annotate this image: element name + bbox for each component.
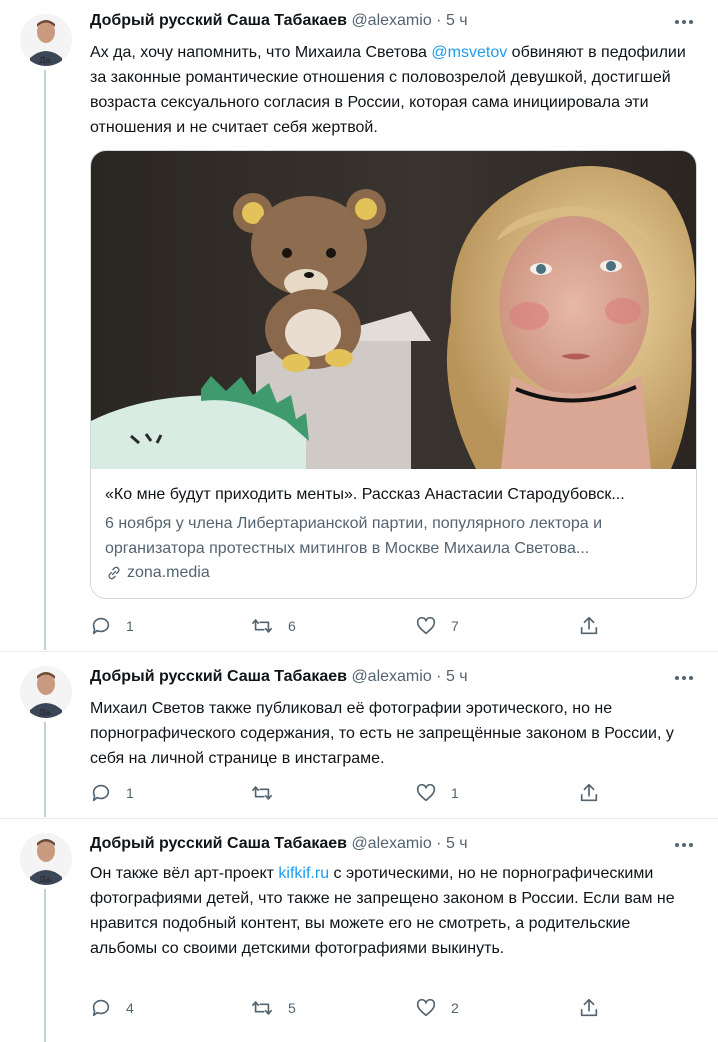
author-name[interactable]: Добрый русский Саша Табакаев: [90, 835, 347, 852]
more-options-icon[interactable]: [672, 668, 696, 688]
author-handle[interactable]: @alexamio: [351, 12, 431, 29]
tweet-text: Михаил Светов также публиковал её фотогр…: [90, 700, 674, 767]
like-count: 2: [451, 1000, 459, 1016]
reply-button[interactable]: 4: [90, 996, 134, 1020]
retweet-button[interactable]: 5: [250, 996, 296, 1020]
tweet-2[interactable]: Да. Добрый русский Саша Табакаев @alexam…: [0, 652, 718, 817]
like-button[interactable]: 2: [415, 996, 459, 1020]
retweet-button[interactable]: 6: [250, 614, 296, 638]
retweet-icon: [252, 1001, 272, 1015]
card-description: 6 ноября у члена Либертарианской партии,…: [105, 515, 603, 557]
share-icon: [580, 783, 598, 802]
avatar[interactable]: Да.: [20, 14, 72, 66]
tweet-1[interactable]: Да. Добрый русский Саша Табакаев @alexam…: [0, 0, 718, 650]
share-button[interactable]: [578, 781, 600, 805]
reply-count: 4: [126, 1000, 134, 1016]
reply-icon: [92, 999, 110, 1017]
author-name[interactable]: Добрый русский Саша Табакаев: [90, 12, 347, 29]
thread-line: [44, 722, 46, 817]
like-button[interactable]: 1: [415, 781, 459, 805]
thread-line: [44, 889, 46, 1042]
share-button[interactable]: [578, 614, 600, 638]
card-image: [91, 151, 696, 469]
avatar-caption: Да.: [39, 875, 53, 884]
tweet-header: Добрый русский Саша Табакаев @alexamio ·…: [90, 833, 698, 855]
link-card[interactable]: «Ко мне будут приходить менты». Рассказ …: [90, 150, 697, 599]
mention-link[interactable]: @msvetov: [431, 44, 507, 61]
retweet-button[interactable]: [250, 781, 288, 805]
avatar[interactable]: Да.: [20, 833, 72, 885]
more-options-icon[interactable]: [672, 12, 696, 32]
reply-button[interactable]: 1: [90, 614, 134, 638]
like-button[interactable]: 7: [415, 614, 459, 638]
reply-button[interactable]: 1: [90, 781, 134, 805]
tweet-header: Добрый русский Саша Табакаев @alexamio ·…: [90, 666, 698, 688]
reply-count: 1: [126, 785, 134, 801]
thread-line: [44, 70, 46, 650]
tweet-time[interactable]: · 5 ч: [436, 835, 467, 852]
author-handle[interactable]: @alexamio: [351, 668, 431, 685]
author-name[interactable]: Добрый русский Саша Табакаев: [90, 668, 347, 685]
tweet-3[interactable]: Да. Добрый русский Саша Табакаев @alexam…: [0, 819, 718, 1042]
tweet-header: Добрый русский Саша Табакаев @alexamio ·…: [90, 10, 698, 32]
share-button[interactable]: [578, 996, 600, 1020]
card-domain-text: zona.media: [127, 564, 210, 581]
avatar[interactable]: Да.: [20, 666, 72, 718]
heart-icon: [416, 998, 436, 1017]
retweet-count: 6: [288, 618, 296, 634]
share-icon: [580, 998, 598, 1017]
tweet-actions: 1 1: [90, 781, 610, 805]
card-title: «Ко мне будут приходить менты». Рассказ …: [105, 486, 625, 503]
avatar-caption: Да.: [39, 708, 53, 717]
tweet-actions: 4 5 2: [90, 996, 610, 1020]
share-icon: [580, 616, 598, 635]
reply-count: 1: [126, 618, 134, 634]
tweet-time[interactable]: · 5 ч: [436, 12, 467, 29]
heart-icon: [416, 616, 436, 635]
retweet-count: 5: [288, 1000, 296, 1016]
link-icon: [108, 566, 120, 580]
tweet-actions: 1 6 7: [90, 614, 610, 638]
like-count: 7: [451, 618, 459, 634]
heart-icon: [416, 783, 436, 802]
tweet-text: Ах да, хочу напомнить, что Михаила Свето…: [90, 44, 686, 136]
card-domain: zona.media: [105, 561, 210, 585]
retweet-icon: [252, 786, 272, 800]
reply-icon: [92, 784, 110, 802]
external-link[interactable]: kifkif.ru: [278, 865, 329, 882]
tweet-text: Он также вёл арт-проект kifkif.ru с эрот…: [90, 865, 675, 957]
reply-icon: [92, 617, 110, 635]
like-count: 1: [451, 785, 459, 801]
retweet-icon: [252, 619, 272, 633]
more-options-icon[interactable]: [672, 835, 696, 855]
author-handle[interactable]: @alexamio: [351, 835, 431, 852]
avatar-caption: Да.: [39, 56, 53, 65]
tweet-time[interactable]: · 5 ч: [436, 668, 467, 685]
